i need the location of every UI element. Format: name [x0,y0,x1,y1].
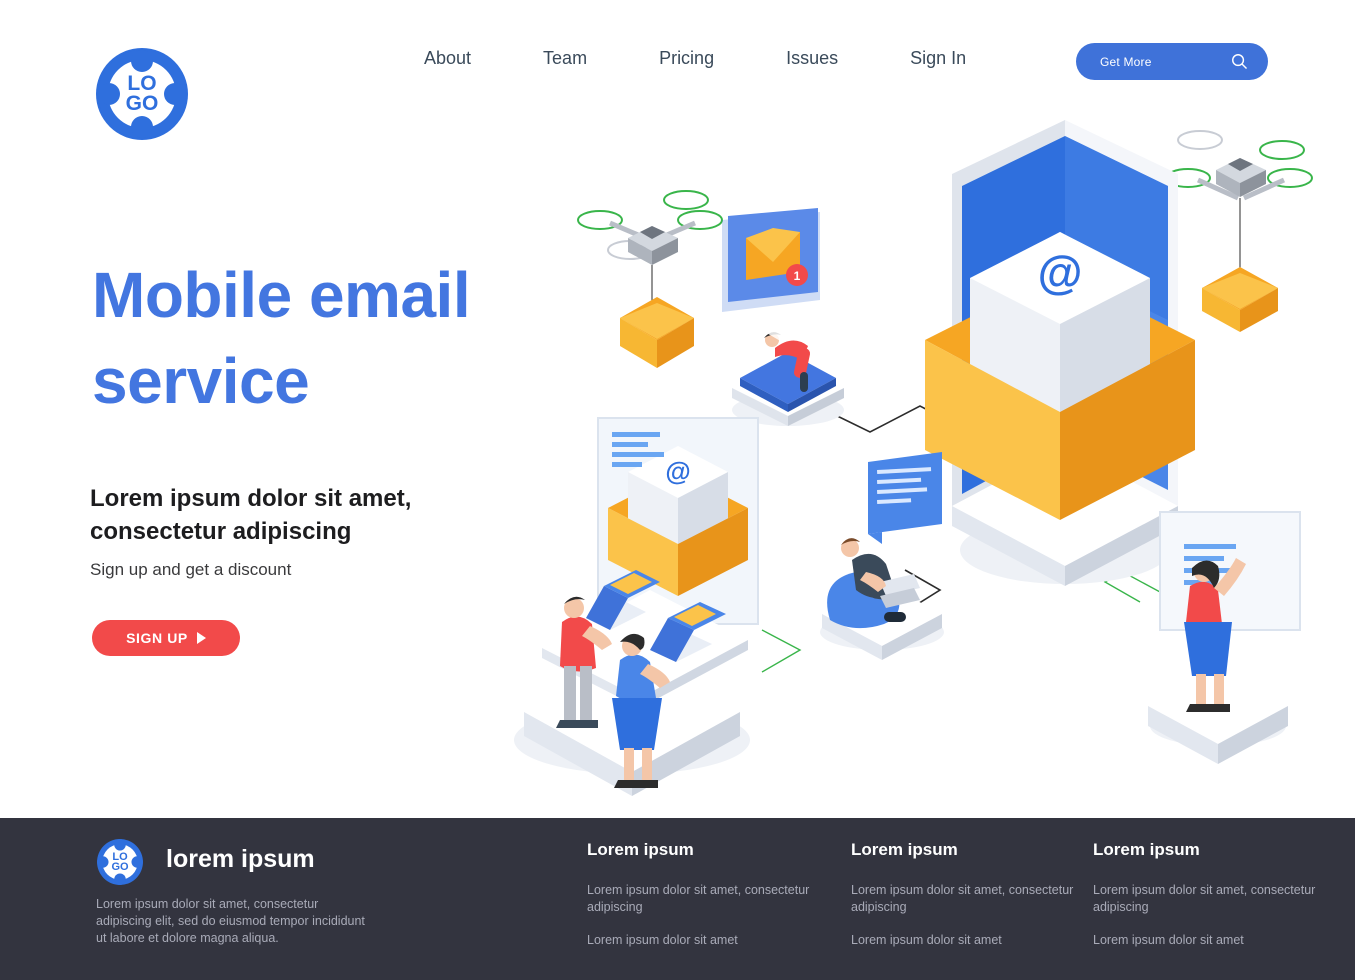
nav-item-pricing[interactable]: Pricing [623,48,750,69]
footer-link-2-1[interactable]: Lorem ipsum dolor sit amet, consectetur … [851,882,1081,916]
footer-link-1-2[interactable]: Lorem ipsum dolor sit amet [587,932,817,949]
nav-item-about[interactable]: About [400,48,507,69]
svg-text:@: @ [665,456,690,486]
main-nav: About Team Pricing Issues Sign In [400,48,1002,69]
footer-column-2: Lorem ipsum Lorem ipsum dolor sit amet, … [851,840,1081,965]
logo-line-2: GO [125,92,159,115]
hero-note: Sign up and get a discount [90,560,292,579]
search-icon[interactable] [1230,52,1249,71]
get-more-button[interactable]: Get More [1076,43,1268,80]
nav-item-issues[interactable]: Issues [750,48,874,69]
svg-text:@: @ [1038,246,1083,298]
footer-link-2-2[interactable]: Lorem ipsum dolor sit amet [851,932,1081,949]
chat-bubble-screen [868,452,942,544]
svg-text:1: 1 [794,269,801,283]
footer-description: Lorem ipsum dolor sit amet, consectetur … [96,897,365,945]
drone-left [577,190,723,368]
smartphone-with-email: @ [925,120,1195,586]
hero-illustration: 1 @ @ [500,120,1355,820]
hero-subtitle: Lorem ipsum dolor sit amet, consectetur … [90,485,412,545]
landing-page: LO GO About Team Pricing Issues Sign In … [0,0,1355,980]
nav-item-sign-in[interactable]: Sign In [874,48,1002,69]
footer-column-2-heading: Lorem ipsum [851,840,958,859]
sign-up-label: SIGN UP [126,630,188,646]
nav-item-team[interactable]: Team [507,48,623,69]
footer-column-1-heading: Lorem ipsum [587,840,694,859]
person-reading-on-book [732,322,844,426]
footer-column-3-heading: Lorem ipsum [1093,840,1200,859]
get-more-label: Get More [1100,54,1152,69]
isometric-scene: 1 @ @ [514,120,1313,796]
logo-text: LO GO [96,48,188,140]
person-at-whiteboard [1148,511,1301,764]
footer-link-3-1[interactable]: Lorem ipsum dolor sit amet, consectetur … [1093,882,1323,916]
logo-line-1: LO [127,72,157,95]
play-icon [196,632,206,644]
sign-up-button[interactable]: SIGN UP [92,620,240,656]
brand-logo[interactable]: LO GO [96,48,188,140]
footer-column-1: Lorem ipsum Lorem ipsum dolor sit amet, … [587,840,817,965]
footer-brand-name: lorem ipsum [166,845,315,873]
footer-logo-text: LO GO [96,838,144,886]
footer-link-3-2[interactable]: Lorem ipsum dolor sit amet [1093,932,1323,949]
drone-right [1165,130,1313,332]
footer-logo-line-2: GO [111,861,129,873]
footer-link-1-1[interactable]: Lorem ipsum dolor sit amet, consectetur … [587,882,817,916]
footer-column-3: Lorem ipsum Lorem ipsum dolor sit amet, … [1093,840,1323,965]
footer-logo[interactable]: LO GO [96,838,144,886]
notification-envelope-badge: 1 [722,208,820,312]
